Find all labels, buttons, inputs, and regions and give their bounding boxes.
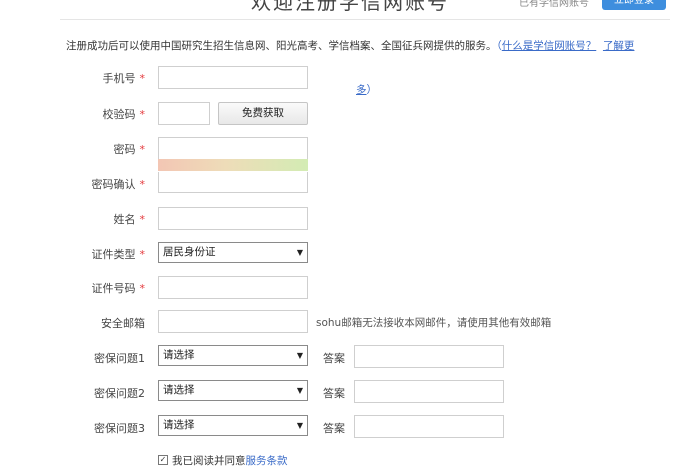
- login-hint: 已有学信网账号: [519, 0, 589, 9]
- required-mark: *: [139, 248, 146, 261]
- id-type-select[interactable]: 居民身份证 ▼: [158, 242, 308, 263]
- email-input[interactable]: [158, 310, 308, 333]
- question3-value: 请选择: [163, 419, 195, 431]
- code-label: 校验码 *: [102, 108, 146, 121]
- learn-more-link-cont[interactable]: 多: [356, 84, 367, 96]
- learn-more-link[interactable]: 了解更: [603, 40, 635, 52]
- answer3-label: 答案: [323, 422, 345, 435]
- id-type-label: 证件类型 *: [91, 248, 146, 261]
- required-mark: *: [139, 178, 146, 191]
- required-mark: *: [139, 143, 146, 156]
- agreement: ✓ 我已阅读并同意服务条款: [158, 453, 288, 468]
- answer3-input[interactable]: [354, 415, 504, 438]
- required-mark: *: [139, 108, 146, 121]
- question2-label: 密保问题2: [94, 387, 145, 400]
- password-label: 密码 *: [113, 143, 146, 156]
- phone-input[interactable]: [158, 66, 308, 89]
- notice-continued: 多）: [356, 82, 377, 97]
- header-divider: [60, 19, 670, 20]
- question3-label: 密保问题3: [94, 422, 145, 435]
- code-input[interactable]: [158, 102, 210, 125]
- id-number-input[interactable]: [158, 276, 308, 299]
- notice-body: 注册成功后可以使用中国研究生招生信息网、阳光高考、学信档案、全国征兵网提供的服务…: [66, 40, 497, 52]
- name-label: 姓名 *: [113, 213, 146, 226]
- agreement-text: 我已阅读并同意: [172, 455, 246, 467]
- required-mark: *: [139, 213, 146, 226]
- what-is-account-link[interactable]: 什么是学信网账号？: [502, 40, 597, 52]
- required-mark: *: [139, 72, 146, 85]
- agreement-checkbox[interactable]: ✓: [158, 455, 168, 465]
- notice-text: 注册成功后可以使用中国研究生招生信息网、阳光高考、学信档案、全国征兵网提供的服务…: [66, 38, 634, 53]
- answer1-label: 答案: [323, 352, 345, 365]
- chevron-down-icon: ▼: [296, 248, 303, 257]
- question1-label: 密保问题1: [94, 352, 145, 365]
- answer2-input[interactable]: [354, 380, 504, 403]
- page-title: 欢迎注册学信网账号: [251, 0, 449, 14]
- login-button[interactable]: 立即登录: [602, 0, 666, 10]
- password-strength-bar: [158, 159, 308, 171]
- id-type-value: 居民身份证: [163, 246, 216, 258]
- question2-value: 请选择: [163, 384, 195, 396]
- email-label: 安全邮箱: [101, 317, 145, 330]
- terms-link[interactable]: 服务条款: [246, 455, 288, 467]
- required-mark: *: [139, 282, 146, 295]
- answer1-input[interactable]: [354, 345, 504, 368]
- name-input[interactable]: [158, 207, 308, 230]
- phone-label: 手机号 *: [102, 72, 146, 85]
- password-confirm-label: 密码确认 *: [91, 178, 146, 191]
- answer2-label: 答案: [323, 387, 345, 400]
- id-number-label: 证件号码 *: [91, 282, 146, 295]
- get-code-button[interactable]: 免费获取: [218, 102, 308, 125]
- password-input[interactable]: [158, 137, 308, 160]
- question1-value: 请选择: [163, 349, 195, 361]
- email-hint: sohu邮箱无法接收本网邮件，请使用其他有效邮箱: [316, 317, 552, 329]
- password-confirm-input[interactable]: [158, 172, 308, 193]
- notice-paren-close: ）: [366, 84, 378, 96]
